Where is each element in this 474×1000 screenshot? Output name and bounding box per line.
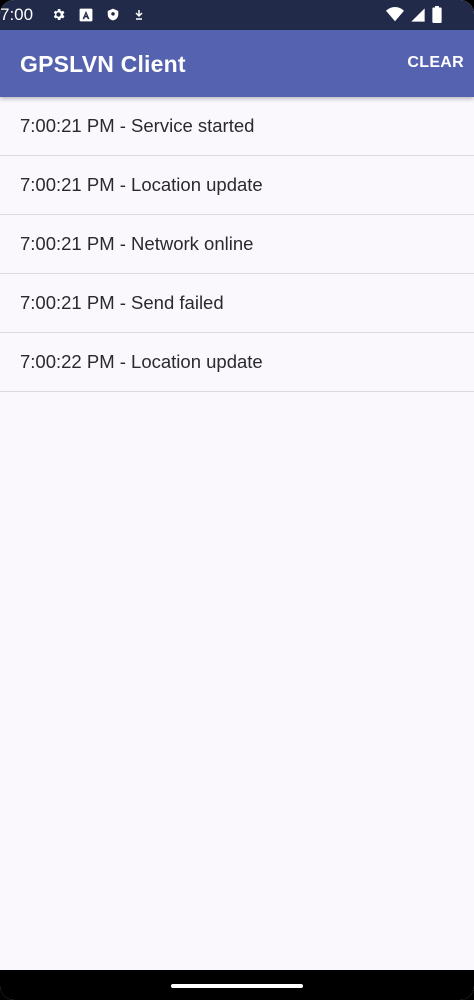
status-bar: 7:00 [0,0,474,30]
list-item[interactable]: 7:00:22 PM - Location update [0,333,474,392]
app-title: GPSLVN Client [20,51,186,77]
log-list: 7:00:21 PM - Service started 7:00:21 PM … [0,97,474,392]
download-icon [135,9,143,20]
a-icon [79,8,93,21]
list-item[interactable]: 7:00:21 PM - Send failed [0,274,474,333]
status-left-icons [51,7,145,22]
list-item[interactable]: 7:00:21 PM - Location update [0,156,474,215]
wifi-icon [386,7,404,22]
list-item[interactable]: 7:00:21 PM - Service started [0,97,474,156]
status-right-icons [386,6,442,23]
gear-icon [53,9,65,20]
battery-icon [432,6,442,23]
home-gesture-handle[interactable] [171,984,303,988]
app-bar: GPSLVN Client CLEAR [0,30,474,97]
list-item[interactable]: 7:00:21 PM - Network online [0,215,474,274]
status-time: 7:00 [0,5,34,24]
clear-button[interactable]: CLEAR [407,52,464,74]
app-screen: 7:00 GPSLVN Client CLEAR 7:00:21 PM - Se… [0,0,474,1000]
navigation-bar [0,970,474,1000]
signal-icon [411,7,425,22]
shield-icon [107,8,119,21]
